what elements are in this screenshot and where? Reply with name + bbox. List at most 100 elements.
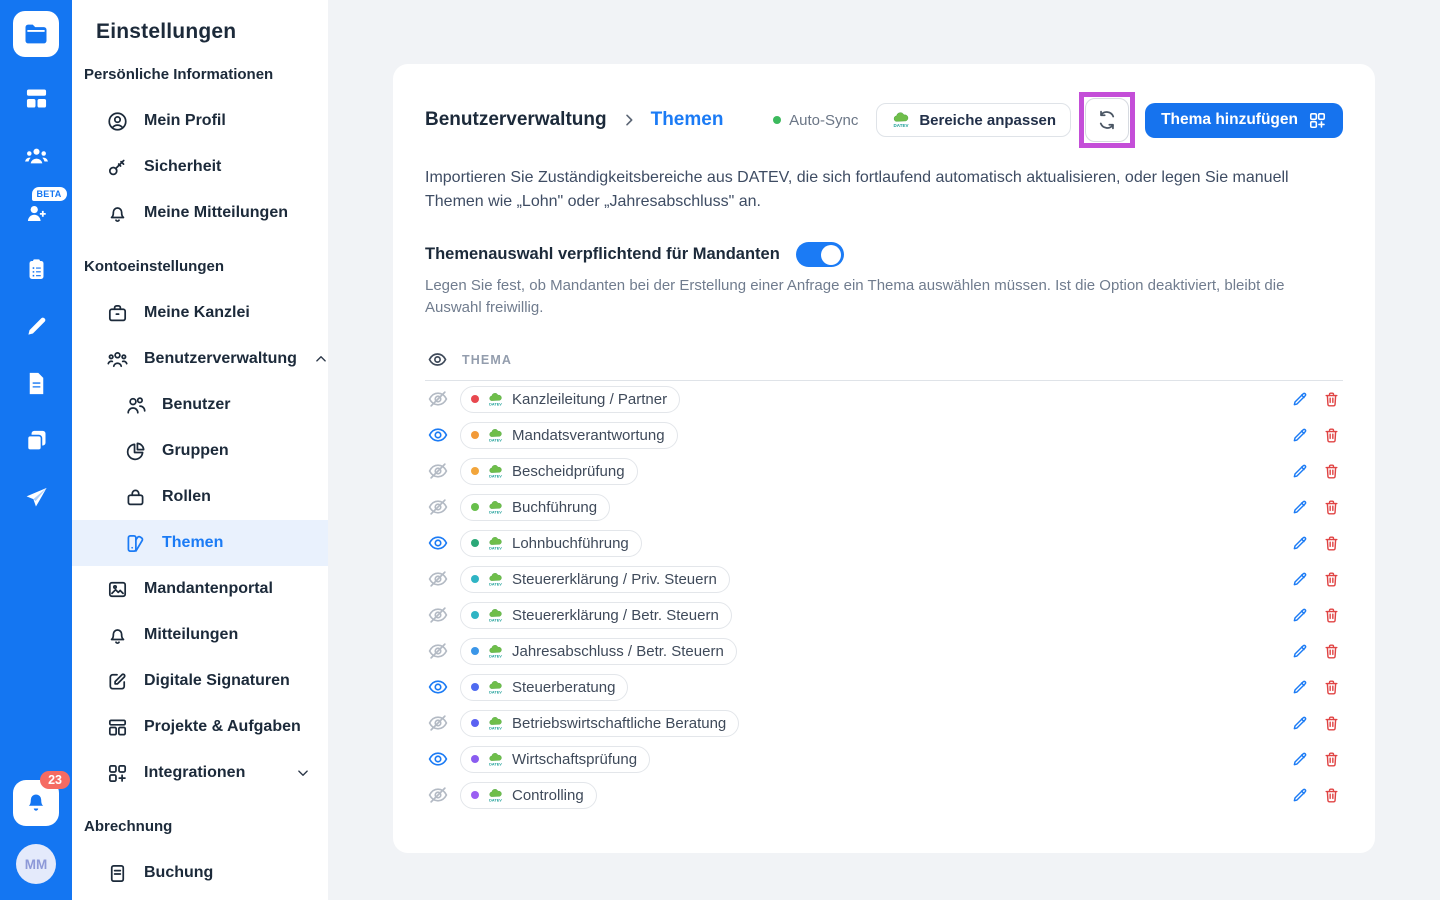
breadcrumb-current[interactable]: Themen xyxy=(651,109,724,131)
delete-topic-button[interactable] xyxy=(1322,498,1341,517)
add-theme-button[interactable]: Thema hinzufügen xyxy=(1145,102,1343,138)
svg-text:DATEV: DATEV xyxy=(489,798,502,802)
svg-text:DATEV: DATEV xyxy=(489,654,502,658)
visibility-off-toggle[interactable] xyxy=(427,640,449,662)
delete-topic-button[interactable] xyxy=(1322,534,1341,553)
sync-icon xyxy=(1099,110,1115,130)
sidebar-item-sicherheit[interactable]: Sicherheit xyxy=(72,144,328,190)
rail-documents-icon[interactable] xyxy=(23,370,50,397)
edit-topic-button[interactable] xyxy=(1290,462,1309,481)
sidebar-item-mitteilungen[interactable]: Mitteilungen xyxy=(72,612,328,658)
datev-logo-icon: DATEV xyxy=(891,110,911,130)
visibility-on-toggle[interactable] xyxy=(427,532,449,554)
edit-topic-button[interactable] xyxy=(1290,750,1309,769)
visibility-off-toggle[interactable] xyxy=(427,784,449,806)
edit-topic-button[interactable] xyxy=(1290,714,1309,733)
datev-logo: DATEV xyxy=(487,751,504,768)
app-logo[interactable] xyxy=(13,11,59,57)
mandatory-theme-toggle[interactable] xyxy=(795,242,844,267)
rail-tasks-icon[interactable] xyxy=(23,256,50,283)
edit-topic-button[interactable] xyxy=(1290,606,1309,625)
topic-label: Mandatsverantwortung xyxy=(512,426,665,444)
topic-chip: DATEV Mandatsverantwortung xyxy=(460,421,678,449)
delete-topic-button[interactable] xyxy=(1322,678,1341,697)
delete-topic-button[interactable] xyxy=(1322,426,1341,445)
visibility-off-toggle[interactable] xyxy=(427,460,449,482)
datev-logo: DATEV xyxy=(487,463,504,480)
visibility-on-toggle[interactable] xyxy=(427,424,449,446)
bag-icon xyxy=(124,486,147,509)
sidebar-item-label: Meine Mitteilungen xyxy=(144,204,288,221)
rail-dashboard-icon[interactable] xyxy=(23,85,50,112)
rail-assistant-icon[interactable]: BETA xyxy=(23,187,67,226)
edit-topic-button[interactable] xyxy=(1290,570,1309,589)
sidebar-item-mein-profil[interactable]: Mein Profil xyxy=(72,98,328,144)
topic-label: Bescheidprüfung xyxy=(512,462,625,480)
datev-logo: DATEV xyxy=(487,499,504,516)
chevron-right-icon xyxy=(621,112,637,128)
sidebar-item-projekte-aufgaben[interactable]: Projekte & Aufgaben xyxy=(72,704,328,750)
sidebar-item-digitale-signaturen[interactable]: Digitale Signaturen xyxy=(72,658,328,704)
sidebar-item-meine-kanzlei[interactable]: Meine Kanzlei xyxy=(72,290,328,336)
delete-topic-button[interactable] xyxy=(1322,714,1341,733)
sidebar-item-label: Themen xyxy=(162,534,224,551)
visibility-off-toggle[interactable] xyxy=(427,712,449,734)
notifications-button[interactable]: 23 xyxy=(13,771,70,826)
delete-topic-button[interactable] xyxy=(1322,642,1341,661)
sidebar-item-mandantenportal[interactable]: Mandantenportal xyxy=(72,566,328,612)
visibility-off-toggle[interactable] xyxy=(427,388,449,410)
sync-button[interactable] xyxy=(1085,98,1130,142)
topic-color-dot xyxy=(471,683,479,691)
delete-topic-button[interactable] xyxy=(1322,750,1341,769)
delete-topic-button[interactable] xyxy=(1322,462,1341,481)
chevron-up-icon[interactable] xyxy=(312,350,328,368)
edit-topic-button[interactable] xyxy=(1290,678,1309,697)
rail-editor-icon[interactable] xyxy=(23,313,50,340)
sidebar-item-integrationen[interactable]: Integrationen xyxy=(72,750,328,796)
theme-column-header: THEMA xyxy=(462,352,513,367)
delete-topic-button[interactable] xyxy=(1322,570,1341,589)
sidebar-item-themen[interactable]: Themen xyxy=(72,520,328,566)
sidebar-item-label: Benutzerverwaltung xyxy=(144,350,297,367)
visibility-on-toggle[interactable] xyxy=(427,676,449,698)
edit-topic-button[interactable] xyxy=(1290,426,1309,445)
sidebar-item-benutzerverwaltung[interactable]: Benutzerverwaltung xyxy=(72,336,328,382)
adjust-areas-button[interactable]: DATEV Bereiche anpassen xyxy=(876,103,1072,137)
edit-topic-button[interactable] xyxy=(1290,390,1309,409)
delete-topic-button[interactable] xyxy=(1322,390,1341,409)
edit-topic-button[interactable] xyxy=(1290,534,1309,553)
topic-row-steuererklärung-priv-steuern: DATEV Steuererklärung / Priv. Steuern xyxy=(425,561,1343,597)
rail-send-icon[interactable] xyxy=(23,484,50,511)
swatchbook-icon xyxy=(124,532,147,555)
visibility-off-toggle[interactable] xyxy=(427,568,449,590)
beta-badge: BETA xyxy=(31,187,67,201)
edit-topic-button[interactable] xyxy=(1290,642,1309,661)
delete-topic-button[interactable] xyxy=(1322,786,1341,805)
topic-row-wirtschaftsprüfung: DATEV Wirtschaftsprüfung xyxy=(425,741,1343,777)
rail-templates-icon[interactable] xyxy=(23,427,50,454)
topic-row-steuererklärung-betr-steuern: DATEV Steuererklärung / Betr. Steuern xyxy=(425,597,1343,633)
user-avatar[interactable]: MM xyxy=(16,844,56,884)
visibility-off-toggle[interactable] xyxy=(427,496,449,518)
svg-text:DATEV: DATEV xyxy=(489,618,502,622)
sidebar-item-rollen[interactable]: Rollen xyxy=(72,474,328,520)
edit-topic-button[interactable] xyxy=(1290,786,1309,805)
sidebar-item-benutzer[interactable]: Benutzer xyxy=(72,382,328,428)
chevron-down-icon[interactable] xyxy=(294,764,312,782)
topic-label: Betriebswirtschaftliche Beratung xyxy=(512,714,727,732)
breadcrumb-parent[interactable]: Benutzerverwaltung xyxy=(425,109,607,131)
sidebar-item-meine-mitteilungen[interactable]: Meine Mitteilungen xyxy=(72,190,328,236)
sidebar-item-gruppen[interactable]: Gruppen xyxy=(72,428,328,474)
toggle-label: Themenauswahl verpflichtend für Mandante… xyxy=(425,245,780,263)
datev-logo: DATEV xyxy=(487,643,504,660)
rail-team-icon[interactable] xyxy=(23,142,50,169)
visibility-on-toggle[interactable] xyxy=(427,748,449,770)
delete-topic-button[interactable] xyxy=(1322,606,1341,625)
sidebar-item-buchung[interactable]: Buchung xyxy=(72,850,328,896)
topic-color-dot xyxy=(471,503,479,511)
visibility-off-toggle[interactable] xyxy=(427,604,449,626)
datev-logo: DATEV xyxy=(487,427,504,444)
topic-color-dot xyxy=(471,719,479,727)
edit-square-icon xyxy=(106,670,129,693)
edit-topic-button[interactable] xyxy=(1290,498,1309,517)
